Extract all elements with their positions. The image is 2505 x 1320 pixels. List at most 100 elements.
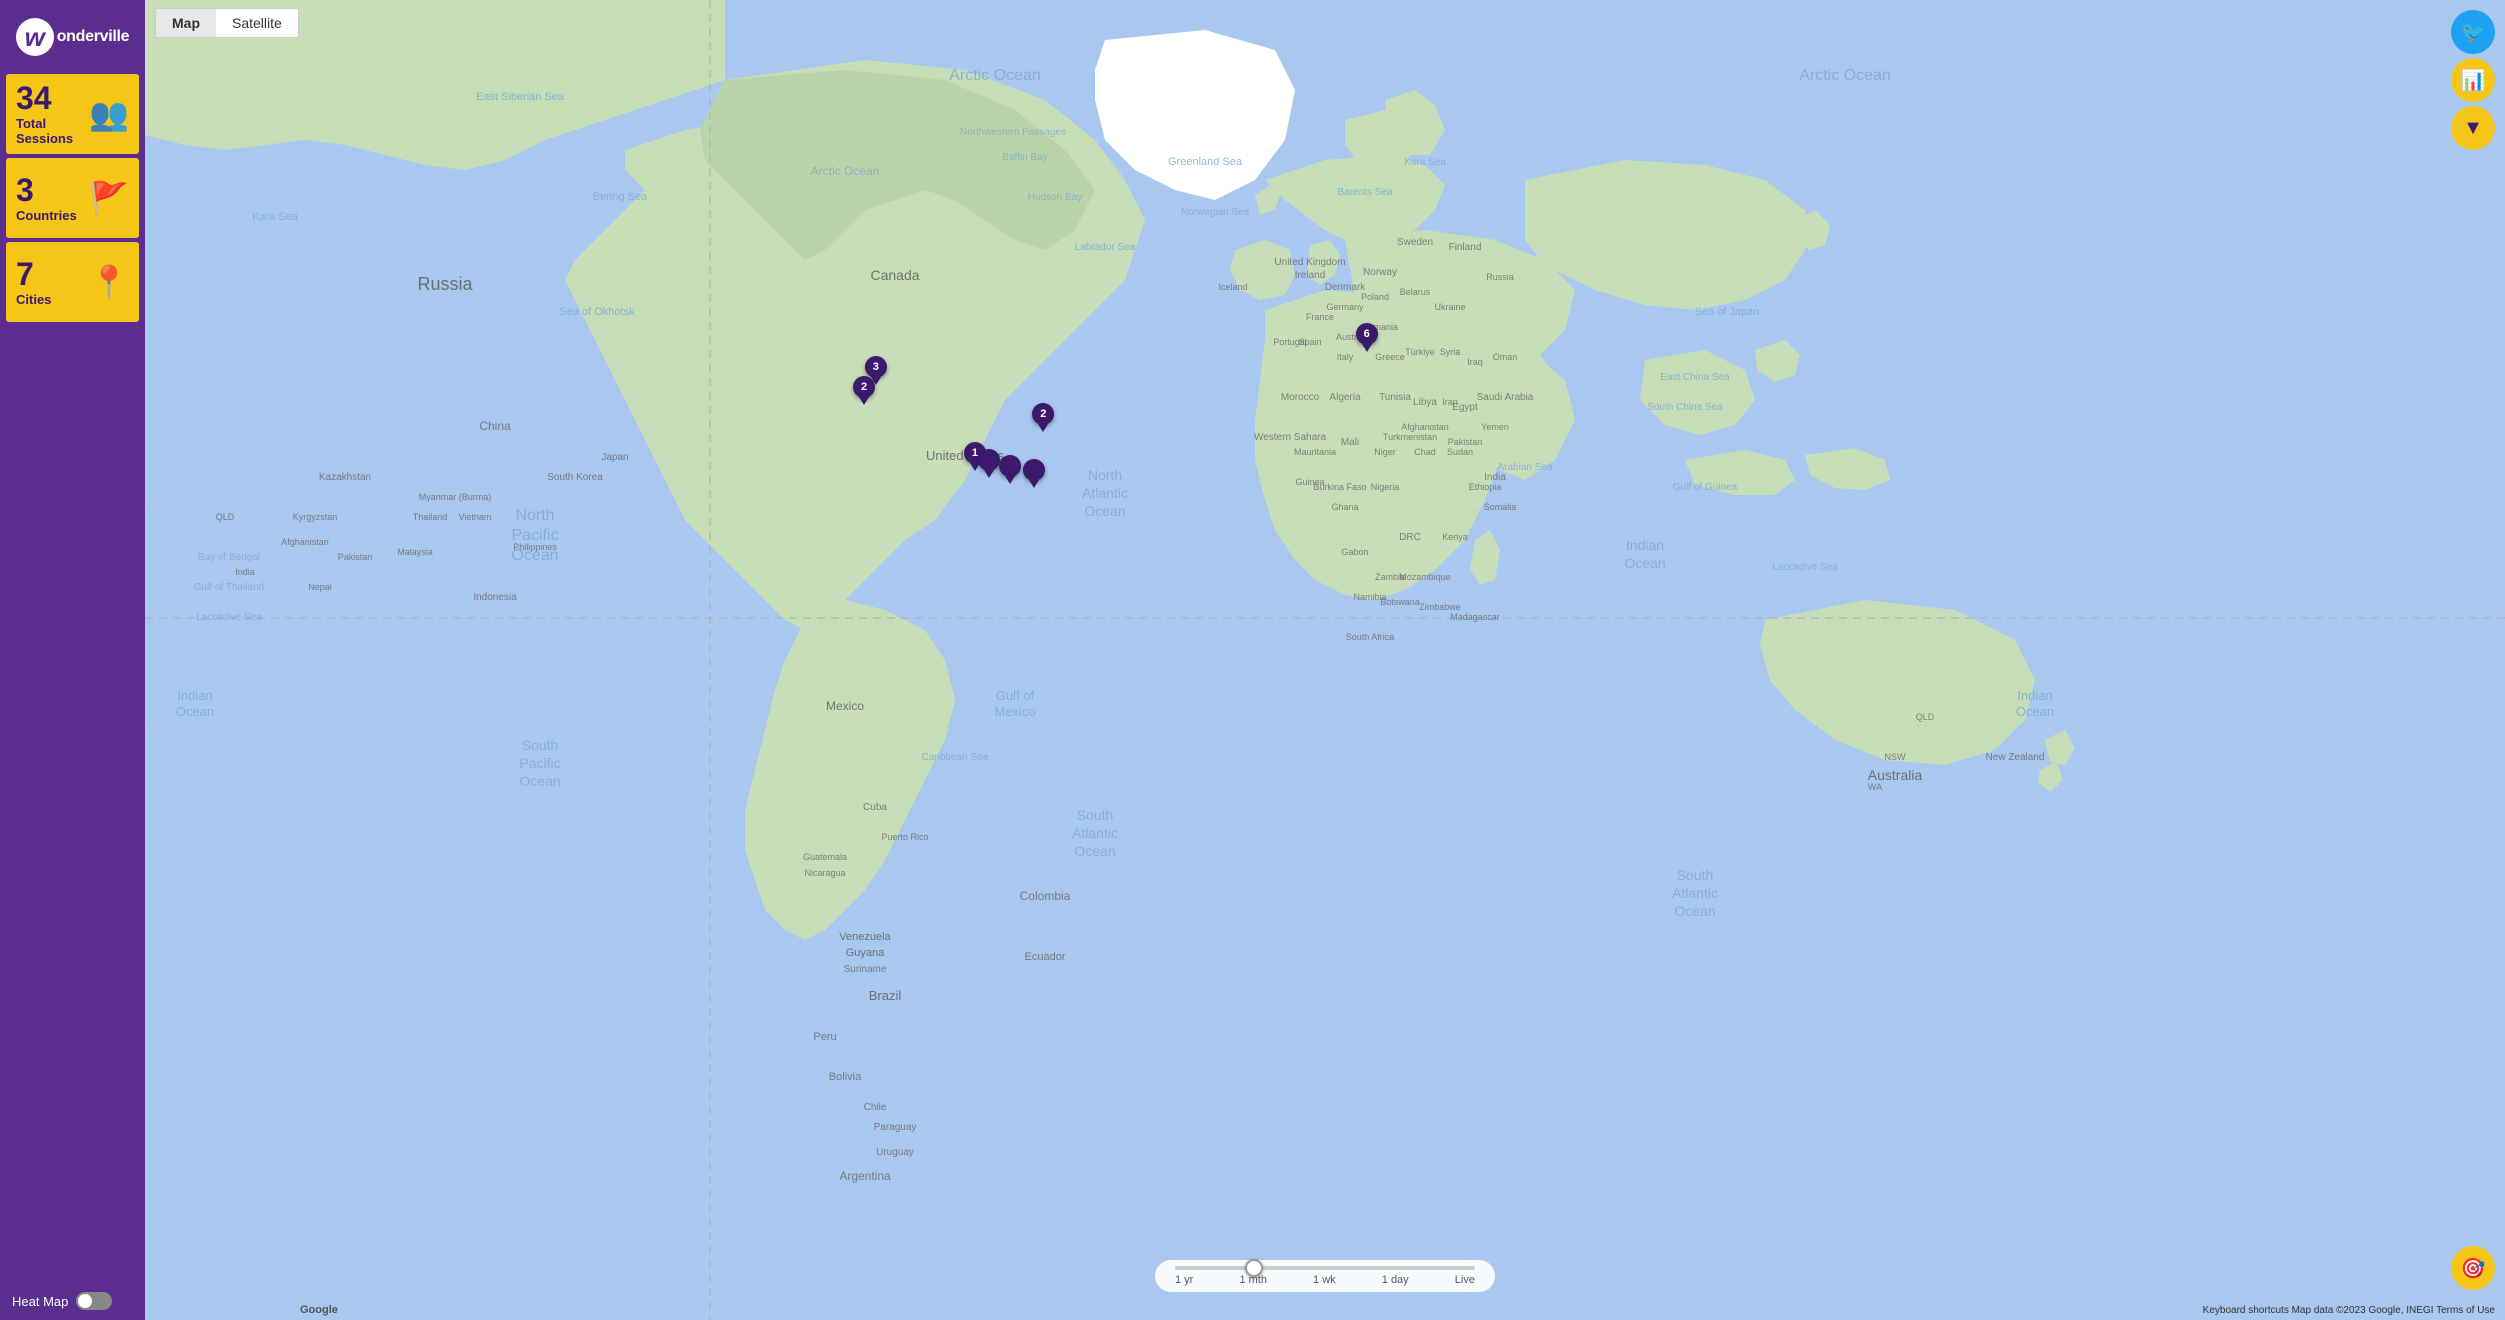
svg-text:Ocean: Ocean [176,704,214,719]
stat-card-total-sessions: 34 Total Sessions 👥 [6,74,139,154]
pin-bubble: 3 [865,356,887,378]
pin-bubble: 2 [1032,403,1054,425]
pin-bubble [999,455,1021,477]
svg-text:NSW: NSW [1885,752,1907,762]
svg-text:North: North [1088,467,1122,483]
svg-text:Guyana: Guyana [846,947,885,959]
svg-text:Morocco: Morocco [1281,392,1320,403]
svg-text:Thailand: Thailand [413,512,448,522]
stat-label-countries: Countries [16,208,77,223]
svg-text:Vietnam: Vietnam [459,512,492,522]
logo-icon: w [16,18,54,56]
slider-track[interactable] [1175,1266,1475,1270]
svg-text:Puerto Rico: Puerto Rico [881,832,928,842]
svg-text:WA: WA [1868,782,1882,792]
svg-text:Ocean: Ocean [2016,704,2054,719]
filter-button[interactable]: ▼ [2451,106,2495,150]
logo: w onderville [16,18,130,56]
svg-text:Pakistan: Pakistan [338,552,373,562]
map-attribution: Keyboard shortcuts Map data ©2023 Google… [2203,1305,2495,1316]
pin-bubble: 6 [1356,323,1378,345]
pin-tail [1029,480,1039,488]
svg-text:Brazil: Brazil [869,988,902,1003]
svg-text:Afghanistan: Afghanistan [281,537,329,547]
svg-text:Ecuador: Ecuador [1025,951,1066,963]
filter-icon: ▼ [2463,117,2483,140]
logo-text: onderville [57,28,130,46]
svg-text:Barents Sea: Barents Sea [1337,187,1392,198]
svg-text:Indian: Indian [2017,688,2052,703]
location-icon: 🎯 [2461,1256,2486,1281]
tab-map[interactable]: Map [156,9,216,37]
svg-text:Japan: Japan [601,452,628,463]
svg-text:Madagascar: Madagascar [1450,612,1500,622]
toggle-knob [78,1294,92,1308]
svg-text:Pakistan: Pakistan [1448,437,1483,447]
svg-text:Indian: Indian [1626,537,1664,553]
slider-knob[interactable] [1245,1259,1263,1277]
pin-bubble: 2 [853,376,875,398]
map-pin-2[interactable]: 2 [853,376,875,405]
slider-label-live: Live [1455,1274,1475,1286]
svg-text:Gulf of: Gulf of [996,688,1035,703]
svg-text:Venezuela: Venezuela [839,931,891,943]
svg-text:Syria: Syria [1440,347,1461,357]
svg-text:Iran: Iran [1442,397,1458,407]
svg-text:Botswana: Botswana [1380,597,1420,607]
svg-text:Kara Sea: Kara Sea [252,211,299,223]
pin-tail [1005,476,1015,484]
svg-text:Ocean: Ocean [1084,503,1125,519]
svg-text:Algeria: Algeria [1329,392,1361,403]
stat-cards: 34 Total Sessions 👥 3 Countries 🚩 7 Citi… [0,70,145,326]
map-tabs: Map Satellite [155,8,299,38]
stat-text-cities: 7 Cities [16,258,51,307]
svg-text:New Zealand: New Zealand [1986,752,2045,763]
map-pin-5[interactable] [978,449,1000,478]
map-pin-6[interactable] [999,455,1021,484]
twitter-button[interactable]: 🐦 [2451,10,2495,54]
svg-text:Oman: Oman [1493,352,1518,362]
svg-text:Myanmar (Burma): Myanmar (Burma) [419,492,492,502]
chart-button[interactable]: 📊 [2451,58,2495,102]
right-buttons: 🐦 📊 ▼ [2451,10,2495,150]
svg-text:United Kingdom: United Kingdom [1274,257,1345,268]
svg-text:Norway: Norway [1363,267,1397,278]
svg-text:Western Sahara: Western Sahara [1254,432,1327,443]
stat-icon-total-sessions: 👥 [89,95,129,133]
map-pin-7[interactable] [1023,459,1045,488]
svg-text:Italy: Italy [1337,352,1354,362]
svg-text:Ocean: Ocean [1674,903,1715,919]
svg-text:Afghanistan: Afghanistan [1401,422,1449,432]
stat-icon-cities: 📍 [89,263,129,301]
svg-text:Türkiye: Türkiye [1405,347,1435,357]
svg-text:Suriname: Suriname [844,964,887,975]
svg-text:South Africa: South Africa [1346,632,1395,642]
svg-text:Russia: Russia [417,274,473,294]
map-pin-8[interactable]: 6 [1356,323,1378,352]
svg-text:Hudson Bay: Hudson Bay [1028,192,1082,203]
svg-text:Northwestern Passages: Northwestern Passages [960,127,1066,138]
svg-text:Ukraine: Ukraine [1434,302,1465,312]
svg-text:Canada: Canada [870,267,919,283]
svg-text:Atlantic: Atlantic [1072,825,1118,841]
heatmap-toggle[interactable] [76,1292,112,1310]
svg-text:Somalia: Somalia [1484,502,1517,512]
svg-text:Gulf of Thailand: Gulf of Thailand [194,582,264,593]
svg-text:East Siberian Sea: East Siberian Sea [476,91,565,103]
pin-tail [1038,424,1048,432]
svg-text:Chad: Chad [1414,447,1436,457]
tab-satellite[interactable]: Satellite [216,9,298,37]
svg-text:Belarus: Belarus [1400,287,1431,297]
svg-text:Mexico: Mexico [994,704,1035,719]
map-pin-3[interactable]: 2 [1032,403,1054,432]
svg-text:South: South [1077,807,1114,823]
svg-text:DRC: DRC [1399,532,1421,543]
svg-text:Nepal: Nepal [308,582,332,592]
svg-text:Argentina: Argentina [839,1169,891,1183]
location-button[interactable]: 🎯 [2451,1246,2495,1290]
svg-text:Atlantic: Atlantic [1082,485,1128,501]
svg-text:Spain: Spain [1298,337,1321,347]
svg-text:Paraguay: Paraguay [874,1122,917,1133]
svg-text:Peru: Peru [813,1031,836,1043]
svg-text:India: India [1484,472,1506,483]
